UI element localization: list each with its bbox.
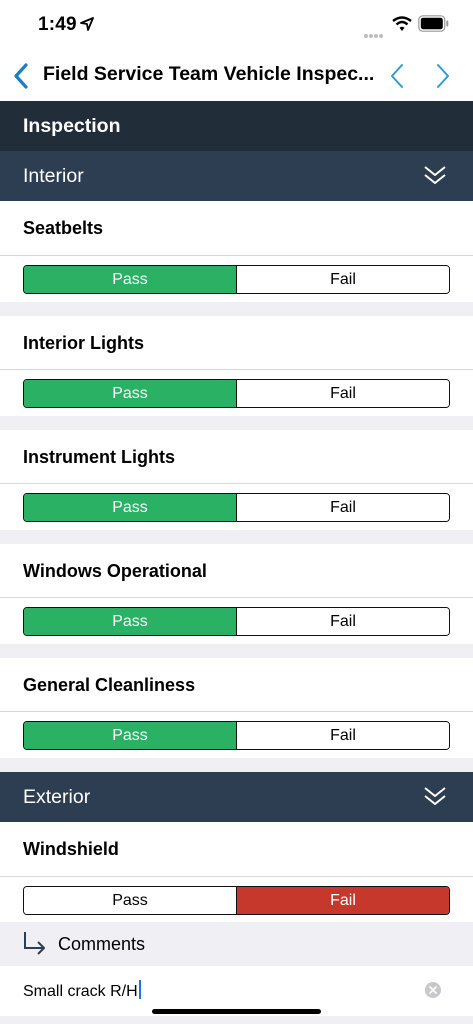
- item-control-row: Pass Fail: [0, 369, 473, 416]
- item-interior-lights: Interior Lights: [0, 316, 473, 370]
- item-instrument-lights: Instrument Lights: [0, 430, 473, 484]
- item-control-row: Pass Fail: [0, 597, 473, 644]
- location-arrow-icon: [80, 17, 94, 31]
- pass-option[interactable]: Pass: [24, 608, 236, 635]
- fail-option[interactable]: Fail: [236, 722, 449, 749]
- page-title: Field Service Team Vehicle Inspec...: [43, 63, 373, 85]
- item-label: Instrument Lights: [23, 447, 175, 467]
- home-indicator[interactable]: [152, 1009, 321, 1014]
- status-bar: 1:49: [0, 0, 473, 50]
- status-time: 1:49: [38, 14, 77, 35]
- back-chevron-icon[interactable]: [13, 63, 29, 89]
- next-record-icon[interactable]: [435, 63, 451, 89]
- item-label: Seatbelts: [23, 218, 104, 238]
- previous-record-icon[interactable]: [389, 63, 405, 89]
- comment-input[interactable]: Small crack R/H: [23, 980, 141, 1001]
- pass-fail-toggle: Pass Fail: [23, 607, 450, 636]
- fail-option[interactable]: Fail: [236, 380, 449, 407]
- item-windshield: Windshield: [0, 822, 473, 876]
- pass-fail-toggle: Pass Fail: [23, 379, 450, 408]
- pass-option[interactable]: Pass: [24, 887, 236, 914]
- item-control-row: Pass Fail: [0, 876, 473, 923]
- pass-option[interactable]: Pass: [24, 266, 236, 293]
- reply-arrow-icon: [24, 932, 45, 955]
- item-label: Windows Operational: [23, 561, 207, 581]
- text-caret: [138, 980, 141, 999]
- fail-option[interactable]: Fail: [236, 608, 449, 635]
- collapse-chevron-icon[interactable]: [423, 163, 447, 187]
- item-control-row: Pass Fail: [0, 711, 473, 758]
- cellular-signal-icon: [364, 25, 386, 38]
- comments-header: Comments: [0, 922, 473, 966]
- item-general-cleanliness: General Cleanliness: [0, 658, 473, 712]
- group-header-exterior[interactable]: Exterior: [0, 772, 473, 822]
- pass-fail-toggle: Pass Fail: [23, 265, 450, 294]
- item-windows-operational: Windows Operational: [0, 544, 473, 598]
- comments-label: Comments: [58, 934, 146, 954]
- clear-text-icon[interactable]: [425, 982, 441, 998]
- pass-option[interactable]: Pass: [24, 380, 236, 407]
- item-seatbelts: Seatbelts: [0, 201, 473, 255]
- group-header-interior[interactable]: Interior: [0, 151, 473, 201]
- pass-fail-toggle: Pass Fail: [23, 721, 450, 750]
- pass-option[interactable]: Pass: [24, 722, 236, 749]
- fail-option[interactable]: Fail: [236, 494, 449, 521]
- wifi-icon: [392, 16, 412, 31]
- item-control-row: Pass Fail: [0, 483, 473, 530]
- group-label: Interior: [23, 165, 84, 187]
- fail-option[interactable]: Fail: [236, 887, 449, 914]
- navigation-bar: Field Service Team Vehicle Inspec...: [0, 50, 473, 101]
- item-label: Interior Lights: [23, 333, 144, 353]
- item-control-row: Pass Fail: [0, 255, 473, 302]
- section-header-inspection: Inspection: [0, 101, 473, 151]
- pass-fail-toggle: Pass Fail: [23, 493, 450, 522]
- pass-option[interactable]: Pass: [24, 494, 236, 521]
- fail-option[interactable]: Fail: [236, 266, 449, 293]
- comment-text: Small crack R/H: [23, 983, 138, 1000]
- item-label: Windshield: [23, 839, 119, 859]
- item-label: General Cleanliness: [23, 675, 196, 695]
- pass-fail-toggle: Pass Fail: [23, 886, 450, 915]
- section-title: Inspection: [23, 115, 121, 137]
- collapse-chevron-icon[interactable]: [423, 784, 447, 808]
- battery-icon: [418, 15, 449, 32]
- group-label: Exterior: [23, 786, 91, 808]
